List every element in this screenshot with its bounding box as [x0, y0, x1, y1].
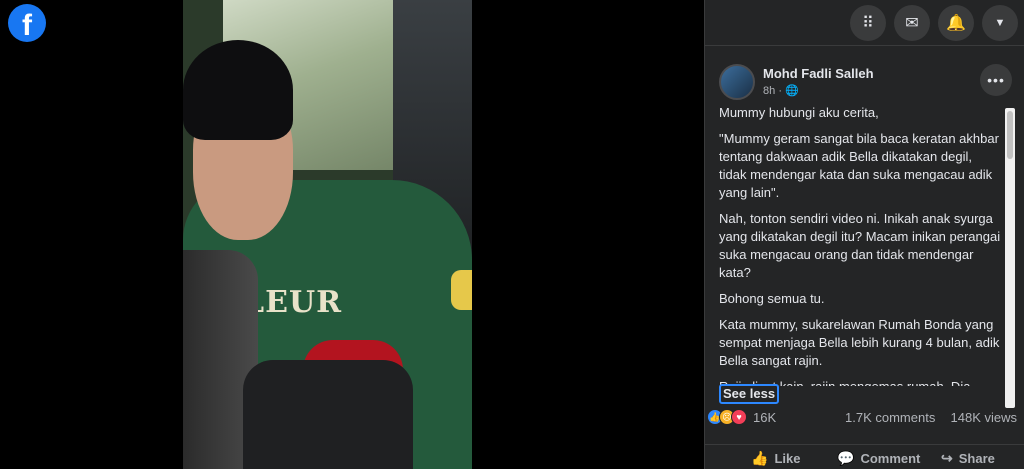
- thumbs-up-icon: 👍: [751, 450, 769, 466]
- post-paragraph: Bohong semua tu.: [719, 291, 825, 306]
- post-paragraph: Mummy hubungi aku cerita,: [719, 105, 879, 120]
- post-header: Mohd Fadli Salleh 8h · 🌐 •••: [717, 60, 1012, 100]
- video-yellow-object: [451, 270, 472, 310]
- post-actions: 👍 Like 💬 Comment ↪ Share: [705, 444, 1024, 469]
- avatar[interactable]: [719, 64, 755, 100]
- media-viewer: f LEUR: [0, 0, 704, 469]
- video-hair: [183, 40, 293, 140]
- post-scrollbar[interactable]: [1005, 108, 1015, 408]
- author-name[interactable]: Mohd Fadli Salleh: [763, 66, 874, 81]
- like-label: Like: [774, 451, 801, 466]
- video-player[interactable]: LEUR: [183, 0, 472, 469]
- love-reaction-icon: ♥: [731, 409, 747, 425]
- post-paragraph: "Mummy geram sangat bila baca keratan ak…: [719, 131, 999, 200]
- more-options-button[interactable]: •••: [980, 64, 1012, 96]
- share-button[interactable]: ↪ Share: [941, 450, 995, 467]
- comment-label: Comment: [860, 451, 921, 466]
- comments-count[interactable]: 1.7K comments: [845, 410, 935, 425]
- like-button[interactable]: 👍 Like: [751, 450, 800, 467]
- comment-icon: 💬: [837, 450, 855, 466]
- post-time[interactable]: 8h: [763, 85, 775, 97]
- see-less-link[interactable]: See less: [719, 384, 780, 404]
- share-icon: ↪: [941, 450, 953, 466]
- post-paragraph: Nah, tonton sendiri video ni. Inikah ana…: [719, 211, 1001, 280]
- post-meta: 8h · 🌐: [763, 85, 799, 97]
- post-panel: ⠿ ✉ 🔔 ▼ Mohd Fadli Salleh 8h · 🌐 ••• Mum…: [704, 0, 1024, 469]
- top-bar: ⠿ ✉ 🔔 ▼: [705, 0, 1024, 46]
- facebook-logo[interactable]: f: [8, 4, 46, 42]
- views-count: 148K views: [950, 410, 1017, 425]
- post-paragraph: Kata mummy, sukarelawan Rumah Bonda yang…: [719, 317, 1000, 368]
- reaction-icons[interactable]: 👍 ☹ ♥: [707, 409, 747, 427]
- scrollbar-thumb[interactable]: [1007, 111, 1013, 159]
- video-seat: [243, 360, 413, 469]
- post-body: Mummy hubungi aku cerita, "Mummy geram s…: [719, 104, 1001, 386]
- comment-button[interactable]: 💬 Comment: [837, 450, 920, 467]
- menu-grid-icon[interactable]: ⠿: [850, 5, 886, 41]
- reaction-count[interactable]: 16K: [753, 410, 776, 425]
- messenger-icon[interactable]: ✉: [894, 5, 930, 41]
- globe-icon: 🌐: [785, 85, 799, 97]
- reactions-bar: 👍 ☹ ♥ 16K 1.7K comments 148K views: [707, 408, 1017, 428]
- notifications-bell-icon[interactable]: 🔔: [938, 5, 974, 41]
- share-label: Share: [958, 451, 995, 466]
- account-chevron-icon[interactable]: ▼: [982, 5, 1018, 41]
